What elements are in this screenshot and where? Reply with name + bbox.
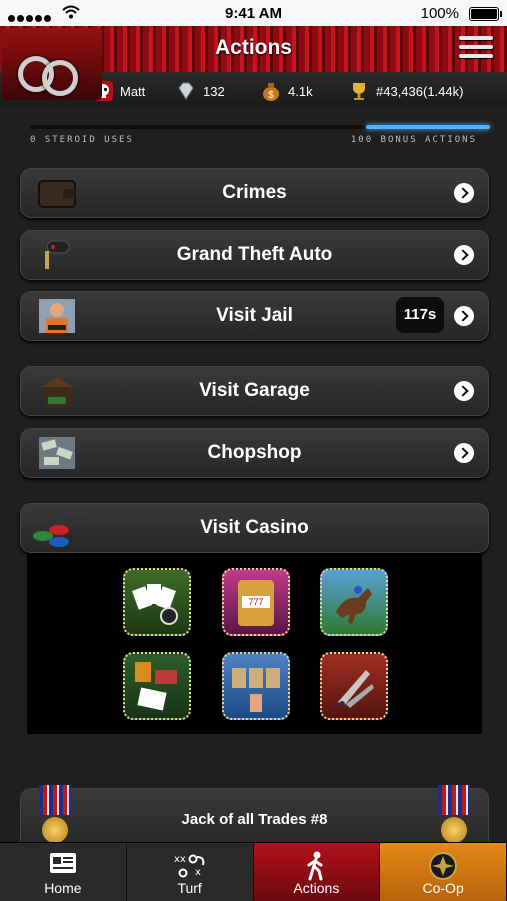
casino-games-panel: 777 (27, 540, 482, 734)
chopshop-label: Chopshop (207, 442, 302, 463)
tab-bar: Home xx x Turf Actions Co-Op (0, 842, 507, 901)
tab-home-label: Home (44, 880, 82, 896)
diamond-icon (178, 82, 194, 100)
stat-diamonds[interactable]: 132 (175, 80, 225, 102)
chevron-right-icon (454, 306, 474, 326)
tab-turf-label: Turf (177, 880, 202, 896)
svg-text:777: 777 (248, 597, 263, 607)
jail-timer-badge: 117s (396, 297, 444, 333)
handcuffs-logo-icon[interactable] (2, 28, 102, 100)
tab-co-op[interactable]: Co-Op (380, 843, 507, 901)
tab-actions[interactable]: Actions (253, 843, 381, 901)
horse-racing-game-icon[interactable] (320, 568, 388, 636)
svg-text:xx: xx (174, 854, 186, 865)
rank-value: #43,436(1.44k) (376, 83, 464, 99)
visit-jail-button[interactable]: Visit Jail 117s (20, 291, 489, 341)
chevron-right-icon (454, 443, 474, 463)
chevron-right-icon (454, 183, 474, 203)
money-bag-icon: $ (263, 83, 279, 101)
crimes-button[interactable]: Crimes (20, 168, 489, 218)
battery-icon (469, 7, 502, 21)
chevron-right-icon (454, 245, 474, 265)
tab-turf[interactable]: xx x Turf (127, 843, 254, 901)
crimes-label: Crimes (222, 182, 287, 203)
bonus-actions-caption: 100 BONUS ACTIONS (350, 135, 477, 145)
grand-theft-auto-label: Grand Theft Auto (176, 244, 333, 265)
medal-icon (438, 785, 470, 849)
visit-garage-button[interactable]: Visit Garage (20, 366, 489, 416)
achievement-card[interactable]: Jack of all Trades #8 (20, 785, 489, 850)
bonus-progress-bar (30, 125, 490, 129)
battery-percent: 100% (420, 5, 459, 22)
slot-machine-game-icon[interactable]: 777 (222, 568, 290, 636)
visit-casino-label: Visit Casino (200, 517, 309, 538)
diamond-count: 132 (203, 83, 225, 99)
stat-rank[interactable]: #43,436(1.44k) (348, 80, 463, 102)
chevron-right-icon (454, 381, 474, 401)
stat-cash[interactable]: $ 4.1k (260, 80, 313, 102)
poker-game-icon[interactable] (123, 568, 191, 636)
bonus-progress-fill (365, 125, 490, 129)
knife-game-icon[interactable] (320, 652, 388, 720)
chopshop-button[interactable]: Chopshop (20, 428, 489, 478)
menu-button[interactable] (459, 36, 493, 62)
achievement-title: Jack of all Trades #8 (181, 811, 328, 828)
home-icon (49, 853, 76, 873)
cash-amount: 4.1k (288, 83, 313, 99)
walking-person-icon (307, 851, 323, 881)
svg-text:$: $ (268, 90, 274, 101)
status-bar: 9:41 AM 100% (0, 0, 507, 26)
svg-text:x: x (195, 867, 201, 878)
tab-co-op-label: Co-Op (422, 880, 464, 896)
co-op-badge-icon (429, 852, 458, 880)
visit-garage-label: Visit Garage (199, 380, 310, 401)
visit-casino-button[interactable]: Visit Casino (20, 503, 489, 553)
steroid-uses-caption: 0 STEROID USES (30, 135, 134, 145)
turf-playbook-icon: xxx (174, 854, 204, 878)
grand-theft-auto-button[interactable]: Grand Theft Auto (20, 230, 489, 280)
blackjack-game-icon[interactable] (123, 652, 191, 720)
tab-home[interactable]: Home (0, 843, 127, 901)
tab-actions-label: Actions (293, 880, 340, 896)
trophy-icon (353, 83, 365, 100)
username: Matt (120, 83, 146, 99)
card-choice-game-icon[interactable] (222, 652, 290, 720)
